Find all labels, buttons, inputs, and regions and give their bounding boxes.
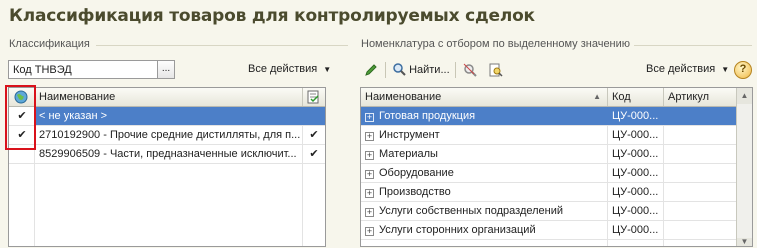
row-name: + Услуги сторонних организаций <box>361 221 608 239</box>
row-name: + Услуги собственных подразделений <box>361 202 608 220</box>
row-check[interactable]: ✔ <box>303 126 325 144</box>
row-name: 8529906509 - Части, предназначенные искл… <box>39 148 297 160</box>
history-search-button[interactable] <box>486 61 504 79</box>
expand-icon[interactable]: + <box>365 208 374 217</box>
table-row[interactable]: + Готовая продукция ЦУ-000... <box>361 107 737 126</box>
row-name-text: Оборудование <box>379 167 454 179</box>
help-button[interactable]: ? <box>734 61 752 79</box>
row-name: + Готовая продукция <box>361 107 608 125</box>
table-row[interactable]: + Инструмент ЦУ-000... <box>361 126 737 145</box>
expand-icon[interactable]: + <box>365 170 374 179</box>
row-check[interactable] <box>303 107 325 125</box>
vertical-scrollbar[interactable]: ▲ ▼ <box>736 88 752 246</box>
row-name-text: Услуги сторонних организаций <box>379 224 536 236</box>
expand-icon[interactable]: + <box>365 189 374 198</box>
row-code: ЦУ-000... <box>612 224 659 236</box>
row-code: ЦУ-000... <box>612 148 659 160</box>
row-article <box>664 126 737 144</box>
table-row[interactable]: ✔ 2710192900 - Прочие средние дистилляты… <box>9 126 325 145</box>
name-column-label: Наименование <box>365 91 442 103</box>
classification-grid[interactable]: Наименование ✔ < не указан > ✔ 271019290… <box>8 87 326 247</box>
classification-combo-value: Код ТНВЭД <box>13 64 72 76</box>
row-name: 2710192900 - Прочие средние дистилляты, … <box>39 129 301 141</box>
row-name-text: Материалы <box>379 148 438 160</box>
page-title: Классификация товаров для контролируемых… <box>9 6 535 26</box>
nomenclature-grid[interactable]: Наименование ▲ Код Артикул + Готовая прод… <box>360 87 753 247</box>
combo-select-button[interactable]: ... <box>157 61 174 78</box>
toolbar-separator <box>385 62 386 78</box>
row-name: + Инструмент <box>361 126 608 144</box>
code-column-header[interactable]: Код <box>608 88 664 106</box>
left-all-actions-label: Все действия <box>248 63 318 75</box>
cancel-search-button[interactable] <box>461 61 479 79</box>
row-article <box>664 145 737 163</box>
search-cancel-icon <box>463 63 477 77</box>
row-code: ЦУ-000... <box>612 186 659 198</box>
section-divider <box>96 45 348 46</box>
find-label: Найти... <box>409 64 450 76</box>
nomenclature-grid-header: Наименование ▲ Код Артикул <box>361 88 737 107</box>
row-code: ЦУ-000... <box>612 110 659 122</box>
row-name-text: Производство <box>379 186 451 198</box>
table-row[interactable]: 8529906509 - Части, предназначенные искл… <box>9 145 325 164</box>
find-button[interactable]: Найти... <box>392 62 450 80</box>
row-code: ЦУ-000... <box>612 205 659 217</box>
row-name-text: Инструмент <box>379 129 440 141</box>
scroll-down-icon[interactable]: ▼ <box>737 238 752 246</box>
left-all-actions-menu[interactable]: Все действия ▼ <box>248 63 331 75</box>
classification-combo[interactable]: Код ТНВЭД ... <box>8 60 175 79</box>
classification-grid-header: Наименование <box>9 88 325 107</box>
table-row[interactable]: + Услуги собственных подразделений ЦУ-000… <box>361 202 737 221</box>
row-article <box>664 164 737 182</box>
row-code: ЦУ-000... <box>612 129 659 141</box>
row-code: ЦУ-000... <box>612 167 659 179</box>
scroll-up-icon[interactable]: ▲ <box>737 88 752 104</box>
expand-icon[interactable]: + <box>365 132 374 141</box>
chevron-down-icon: ▼ <box>323 65 332 74</box>
highlight-box <box>5 85 36 150</box>
nomenclature-section-label: Номенклатура с отбором по выделенному зн… <box>361 38 631 50</box>
expand-icon[interactable]: + <box>365 227 374 236</box>
name-column-header[interactable]: Наименование <box>35 88 303 106</box>
name-column-header[interactable]: Наименование ▲ <box>361 88 608 106</box>
row-name: < не указан > <box>35 107 303 125</box>
row-name: + Производство <box>361 183 608 201</box>
toolbar-separator <box>455 62 456 78</box>
chevron-down-icon: ▼ <box>721 65 730 74</box>
expand-icon[interactable]: + <box>365 113 374 122</box>
table-row[interactable]: + Оборудование ЦУ-000... <box>361 164 737 183</box>
right-all-actions-menu[interactable]: Все действия ▼ <box>646 63 729 75</box>
table-row[interactable]: + Производство ЦУ-000... <box>361 183 737 202</box>
section-divider <box>634 45 752 46</box>
row-article <box>664 107 737 125</box>
row-article <box>664 221 737 239</box>
expand-icon[interactable]: + <box>365 151 374 160</box>
row-check[interactable]: ✔ <box>303 145 325 163</box>
table-row[interactable]: + Материалы ЦУ-000... <box>361 145 737 164</box>
classification-section-label: Классификация <box>9 38 90 50</box>
row-article <box>664 183 737 201</box>
pencil-icon <box>365 64 377 76</box>
table-row[interactable]: + Услуги сторонних организаций ЦУ-000... <box>361 221 737 240</box>
row-name: + Оборудование <box>361 164 608 182</box>
article-column-header[interactable]: Артикул <box>664 88 737 106</box>
magnifier-icon <box>393 63 406 76</box>
row-name: + Материалы <box>361 145 608 163</box>
checklist-column-header[interactable] <box>303 88 325 106</box>
checklist-icon <box>307 90 319 104</box>
row-article <box>664 202 737 220</box>
row-name-text: Готовая продукция <box>379 110 476 122</box>
row-name-text: Услуги собственных подразделений <box>379 205 564 217</box>
right-all-actions-label: Все действия <box>646 63 716 75</box>
sort-icon: ▲ <box>593 92 601 101</box>
table-row[interactable]: ✔ < не указан > <box>9 107 325 126</box>
edit-button[interactable] <box>362 61 380 79</box>
search-history-icon <box>489 63 503 77</box>
